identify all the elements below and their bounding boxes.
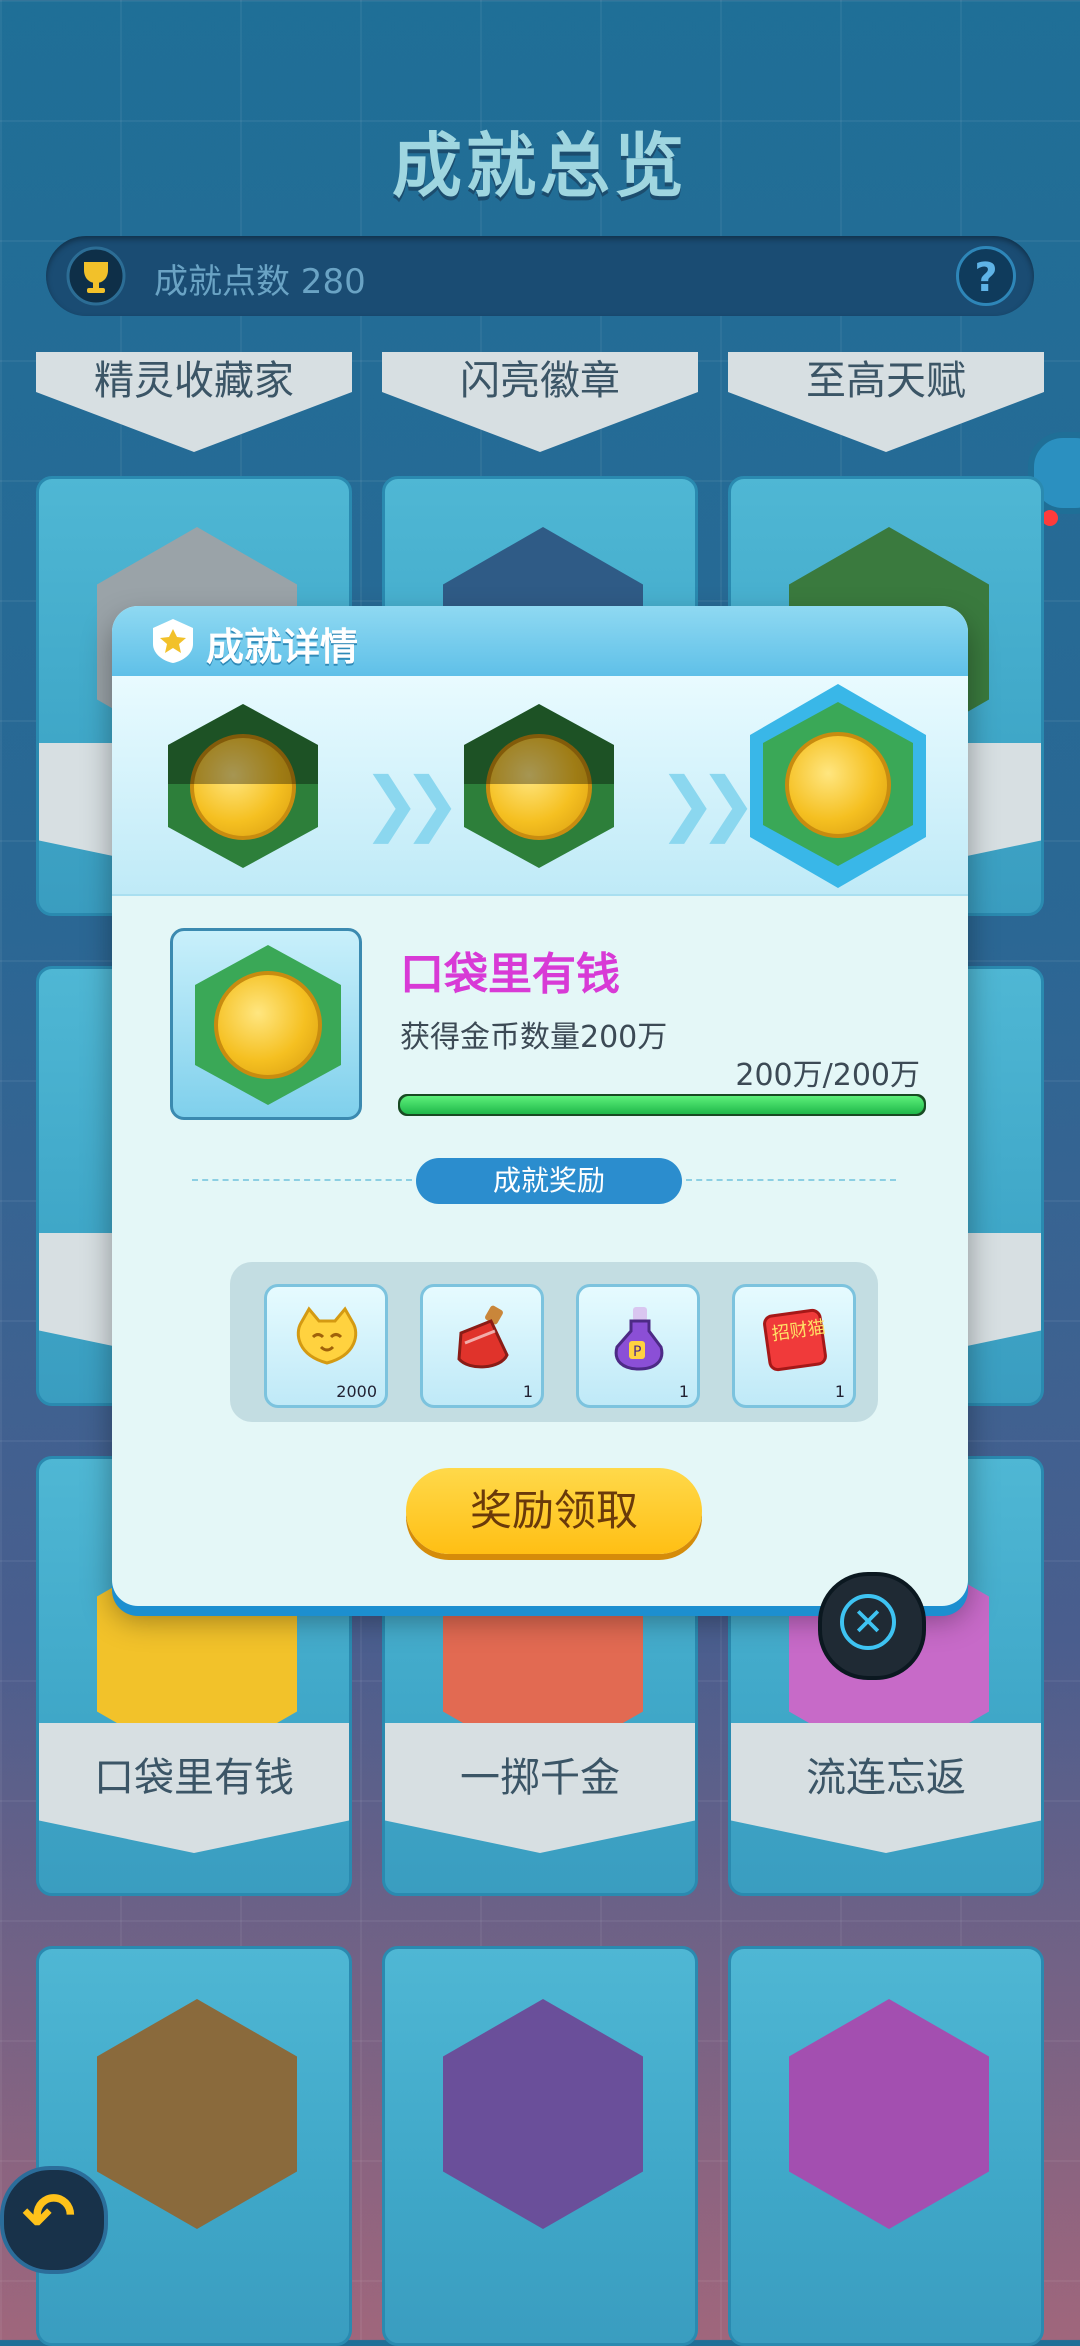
chevron-right-icon: ❯❯	[362, 762, 461, 844]
achievement-detail-modal: 成就详情 ❯❯ ❯❯ 口袋里有钱 获得金币数量200万 200万/200万 成就…	[112, 606, 968, 1606]
back-arrow-icon: ↶	[22, 2180, 76, 2254]
svg-text:P: P	[633, 1344, 641, 1360]
claim-reward-button[interactable]: 奖励领取	[406, 1468, 702, 1554]
purple-potion-icon: P	[614, 1307, 664, 1371]
achievement-name: 口袋里有钱	[400, 949, 620, 1000]
reward-count: 1	[522, 1382, 533, 1401]
reward-item[interactable]: P 1	[576, 1284, 700, 1408]
achievement-card[interactable]	[382, 1946, 698, 2346]
modal-title: 成就详情	[206, 625, 359, 669]
reward-section-label: 成就奖励	[416, 1158, 682, 1204]
pickaxe-badge-icon	[789, 1999, 989, 2229]
achievement-points-bar: 成就点数 280 ?	[46, 236, 1034, 316]
divider-left	[192, 1179, 412, 1181]
trophy-icon	[66, 246, 126, 306]
achievement-card[interactable]	[728, 1946, 1044, 2346]
tier-2-coin-icon	[464, 704, 614, 868]
reward-list: 2000 1 P 1 招财猫 1	[230, 1262, 878, 1422]
cat-coin-icon	[296, 1306, 358, 1365]
card-label: 口袋里有钱	[94, 1755, 294, 1801]
lucky-cat-card-icon: 招财猫	[763, 1308, 827, 1372]
reward-item[interactable]: 2000	[264, 1284, 388, 1408]
modal-header: 成就详情	[112, 606, 968, 676]
badge-star-icon	[153, 619, 193, 663]
red-potion-icon	[457, 1305, 509, 1369]
achievement-progress-text: 200万/200万	[735, 1058, 920, 1093]
reward-item[interactable]: 1	[420, 1284, 544, 1408]
progress-fill	[400, 1096, 924, 1114]
map-badge-icon	[97, 1999, 297, 2229]
help-icon[interactable]: ?	[956, 246, 1016, 306]
card-label: 一掷千金	[460, 1755, 620, 1801]
close-icon: ✕	[840, 1594, 896, 1650]
reward-count: 1	[678, 1382, 689, 1401]
achievement-description: 获得金币数量200万	[400, 1020, 668, 1055]
reward-item[interactable]: 招财猫 1	[732, 1284, 856, 1408]
back-button[interactable]: ↶	[0, 2166, 108, 2274]
page-title: 成就总览	[392, 125, 688, 207]
tier-progress: ❯❯ ❯❯	[112, 676, 968, 896]
card-label: 流连忘返	[806, 1755, 966, 1801]
reward-count: 1	[834, 1382, 845, 1401]
tier-1-coin-icon	[168, 704, 318, 868]
divider-right	[686, 1179, 896, 1181]
achievement-progress-bar	[398, 1094, 926, 1116]
achievement-points-text: 成就点数 280	[154, 262, 366, 302]
close-modal-button[interactable]: ✕	[818, 1572, 926, 1680]
chevron-right-icon: ❯❯	[658, 762, 757, 844]
character-badge-icon	[443, 1999, 643, 2229]
reward-count: 2000	[336, 1382, 377, 1401]
achievement-coin-icon	[170, 928, 362, 1120]
achievement-card[interactable]	[36, 1946, 352, 2346]
notification-dot	[1042, 510, 1058, 526]
